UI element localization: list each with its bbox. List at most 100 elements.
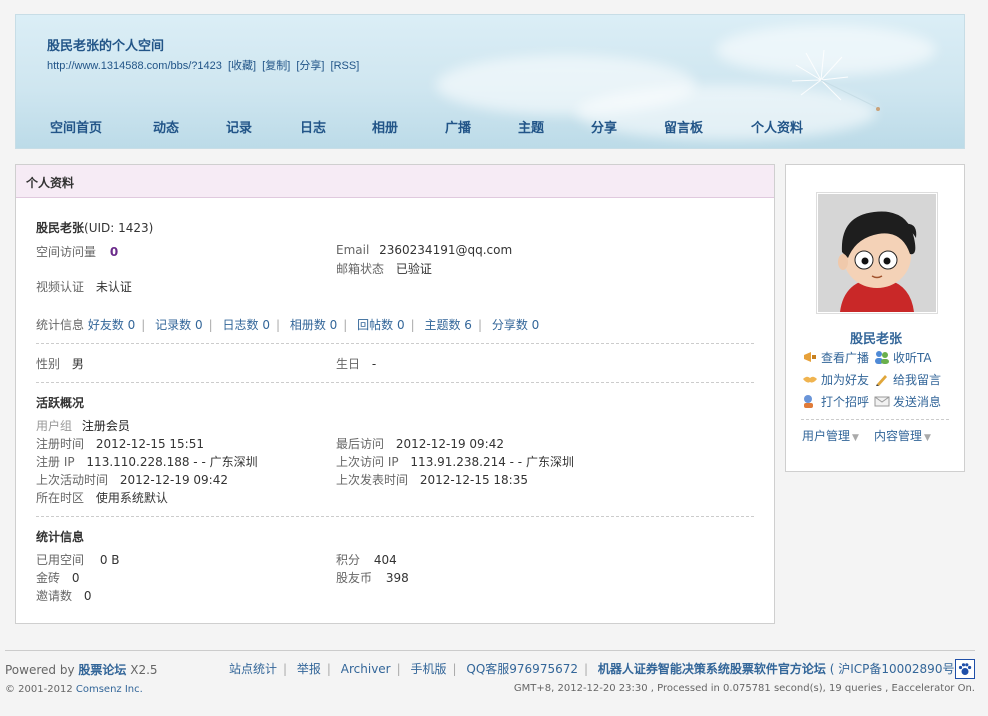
gold-row: 金砖 0: [36, 569, 79, 586]
gender-value: 男: [71, 357, 84, 371]
space-url[interactable]: http://www.1314588.com/bbs/?1423: [47, 60, 222, 72]
stat-friends[interactable]: 好友数 0: [88, 318, 135, 332]
bookmark-link[interactable]: [收藏]: [228, 60, 256, 72]
envelope-icon: [874, 394, 890, 408]
report-link[interactable]: 举报: [297, 662, 321, 676]
paw-icon[interactable]: [955, 659, 975, 679]
content-manage-menu[interactable]: 内容管理 ▼: [874, 427, 931, 444]
group-value[interactable]: 注册会员: [82, 419, 130, 433]
powered-prefix: Powered by: [5, 663, 75, 677]
space-nav: 空间首页 动态 记录 日志 相册 广播 主题 分享 留言板 个人资料: [16, 117, 964, 139]
birthday-label: 生日: [336, 357, 361, 371]
nav-item-broadcast[interactable]: 广播: [445, 117, 471, 136]
view-broadcast-label: 查看广播: [821, 351, 870, 365]
space-used-label: 已用空间: [36, 553, 85, 567]
stat-blogs[interactable]: 日志数 0: [223, 318, 270, 332]
content-manage-label: 内容管理: [874, 429, 923, 443]
reg-time-row: 注册时间 2012-12-15 15:51: [36, 435, 204, 452]
stat-shares[interactable]: 分享数 0: [492, 318, 539, 332]
poke-action[interactable]: 打个招呼: [802, 393, 869, 410]
mail-status-value: 已验证: [395, 262, 432, 276]
video-label: 视频认证: [36, 280, 85, 294]
stat-albums[interactable]: 相册数 0: [290, 318, 337, 332]
copy-link[interactable]: [复制]: [262, 60, 290, 72]
timezone-row: 所在时区 使用系统默认: [36, 489, 168, 506]
divider: [36, 382, 754, 383]
leave-message-action[interactable]: 给我留言: [874, 371, 941, 388]
sidebar-username[interactable]: 股民老张: [786, 328, 966, 347]
handshake-icon: [802, 372, 818, 386]
follow-label: 收听TA: [893, 351, 932, 365]
points-label: 积分: [336, 553, 361, 567]
reg-time-label: 注册时间: [36, 437, 85, 451]
nav-item-share[interactable]: 分享: [591, 117, 617, 136]
share-link[interactable]: [分享]: [296, 60, 324, 72]
stat-records[interactable]: 记录数 0: [155, 318, 202, 332]
visits-row: 空间访问量 0: [36, 243, 118, 260]
view-broadcast-action[interactable]: 查看广播: [802, 349, 869, 366]
send-message-action[interactable]: 发送消息: [874, 393, 941, 410]
invite-label: 邀请数: [36, 589, 73, 603]
nav-item-album[interactable]: 相册: [372, 117, 398, 136]
gender-label: 性别: [36, 357, 61, 371]
version: X2.5: [130, 663, 158, 677]
icp-link[interactable]: ( 沪ICP备10002890号-2 ): [830, 662, 975, 676]
site-stats-link[interactable]: 站点统计: [229, 662, 277, 676]
birthday-row: 生日 -: [336, 355, 376, 372]
nav-item-feed[interactable]: 动态: [153, 117, 179, 136]
stat-replies[interactable]: 回帖数 0: [357, 318, 404, 332]
visits-value: 0: [109, 245, 119, 259]
visits-label: 空间访问量: [36, 245, 97, 259]
coin-label: 股友币: [336, 571, 373, 585]
invite-value: 0: [83, 589, 92, 603]
stat-threads[interactable]: 主题数 6: [424, 318, 471, 332]
avatar-cartoon-icon: [818, 194, 936, 312]
nav-item-profile[interactable]: 个人资料: [751, 117, 803, 136]
points-value: 404: [373, 553, 397, 567]
last-visit-row: 最后访问 2012-12-19 09:42: [336, 435, 504, 452]
nav-item-home[interactable]: 空间首页: [50, 117, 102, 136]
nav-item-blog[interactable]: 日志: [300, 117, 326, 136]
reg-ip-label: 注册 IP: [36, 455, 75, 469]
profile-sidebar: 股民老张 查看广播 收听TA 加为好友 给我留言 打个招呼 发送消息 用户管理 ▼…: [785, 164, 965, 472]
follow-action[interactable]: 收听TA: [874, 349, 932, 366]
activity-title: 活跃概况: [36, 396, 85, 410]
group-label: 用户组: [36, 419, 73, 433]
user-manage-label: 用户管理: [802, 429, 851, 443]
pencil-icon: [874, 372, 890, 386]
leave-message-label: 给我留言: [893, 373, 942, 387]
last-active-value: 2012-12-19 09:42: [119, 473, 228, 487]
email-value: 2360234191@qq.com: [379, 243, 513, 257]
stats-label: 统计信息: [36, 318, 85, 332]
archiver-link[interactable]: Archiver: [341, 662, 391, 676]
users-icon: [874, 350, 890, 364]
copyright-company[interactable]: Comsenz Inc.: [76, 684, 143, 695]
processing-stats: GMT+8, 2012-12-20 23:30 , Processed in 0…: [513, 683, 975, 694]
mobile-link[interactable]: 手机版: [411, 662, 447, 676]
mail-status-label: 邮箱状态: [336, 262, 385, 276]
divider: [36, 516, 754, 517]
avatar[interactable]: [816, 192, 938, 314]
stats-row: 统计信息 好友数 0 | 记录数 0 | 日志数 0 | 相册数 0 | 回帖数 0 | …: [36, 318, 540, 332]
nav-item-threads[interactable]: 主题: [518, 117, 544, 136]
qq-support-link[interactable]: QQ客服976975672: [466, 662, 578, 676]
uid: (UID: 1423): [84, 221, 154, 235]
invite-row: 邀请数 0: [36, 587, 91, 604]
reg-ip-row: 注册 IP 113.110.228.188 - - 广东深圳: [36, 453, 258, 470]
site-name-link[interactable]: 机器人证券智能决策系统股票软件官方论坛: [598, 662, 826, 676]
space-url-bar: http://www.1314588.com/bbs/?1423 [收藏] [复…: [47, 57, 362, 73]
nav-item-records[interactable]: 记录: [226, 117, 252, 136]
space-header: 股民老张的个人空间 http://www.1314588.com/bbs/?14…: [15, 14, 965, 149]
copyright-prefix: © 2001-2012: [5, 684, 73, 695]
copyright: © 2001-2012 Comsenz Inc.: [5, 684, 143, 695]
user-manage-menu[interactable]: 用户管理 ▼: [802, 427, 859, 444]
powered-brand[interactable]: 股票论坛: [78, 663, 126, 677]
caret-down-icon: ▼: [924, 433, 931, 443]
video-value: 未认证: [95, 280, 132, 294]
space-used-value: 0 B: [99, 553, 120, 567]
rss-link[interactable]: [RSS]: [331, 60, 360, 72]
add-friend-action[interactable]: 加为好友: [802, 371, 869, 388]
nav-item-guestbook[interactable]: 留言板: [664, 117, 703, 136]
email-label: Email: [336, 243, 370, 257]
space-title[interactable]: 股民老张的个人空间: [47, 35, 164, 54]
